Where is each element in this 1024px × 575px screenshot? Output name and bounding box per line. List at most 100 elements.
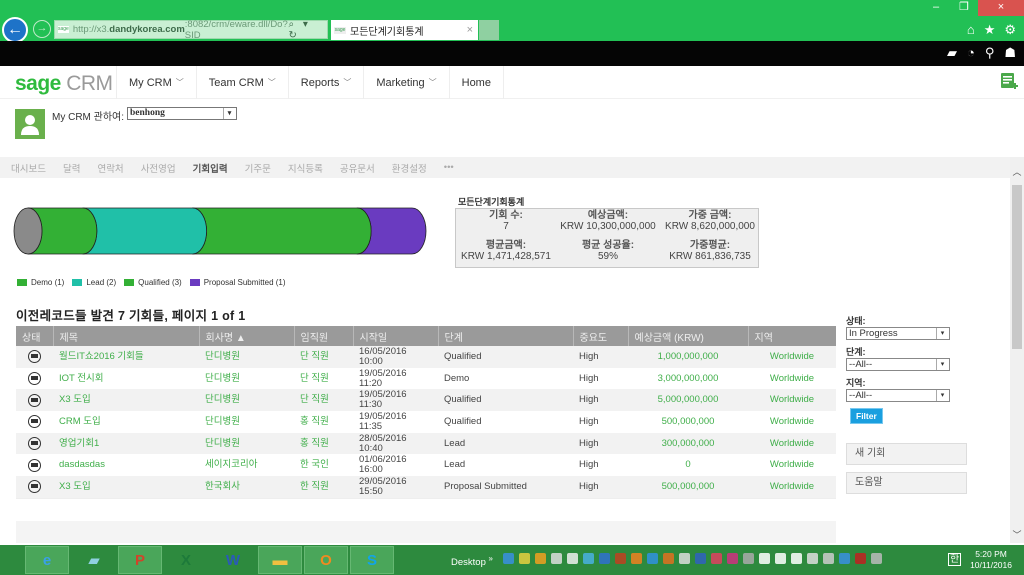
col-start-date[interactable]: 시작일	[352, 326, 438, 346]
tray-icon[interactable]	[823, 553, 834, 564]
tray-icon[interactable]	[775, 553, 786, 564]
settings-gear-icon[interactable]: ⚙	[1004, 22, 1016, 38]
title-link[interactable]: IOT 전시회	[53, 367, 199, 390]
pipeline-segment-qualified[interactable]	[192, 207, 372, 255]
col-region[interactable]: 지역	[747, 326, 836, 346]
subtab-item[interactable]: 기회입력	[193, 161, 228, 175]
title-link[interactable]: X3 도입	[53, 476, 199, 498]
tray-icon[interactable]	[567, 553, 578, 564]
minimize-button[interactable]: –	[922, 0, 950, 16]
tray-icon[interactable]	[583, 553, 594, 564]
taskbar-powerpoint-icon[interactable]: P	[118, 546, 162, 574]
tray-icon[interactable]	[663, 553, 674, 564]
col-title[interactable]: 제목	[52, 326, 199, 346]
favorites-icon[interactable]: ★	[984, 22, 996, 38]
back-button[interactable]: ←	[2, 17, 28, 43]
more-tabs-icon[interactable]: •••	[444, 162, 454, 173]
taskbar-internet-explorer-icon[interactable]: e	[25, 546, 69, 574]
title-link[interactable]: X3 도입	[53, 389, 199, 412]
tray-icon[interactable]	[599, 553, 610, 564]
col-priority[interactable]: 중요도	[572, 326, 628, 346]
go-arrow-icon[interactable]	[28, 372, 41, 386]
forward-button[interactable]: →	[33, 20, 51, 38]
tray-icon[interactable]	[727, 553, 738, 564]
go-arrow-icon[interactable]	[28, 480, 41, 494]
subtab-item[interactable]: 대시보드	[11, 161, 46, 175]
tray-icon[interactable]	[855, 553, 866, 564]
person-link[interactable]: 한 국인	[294, 454, 353, 477]
taskbar-word-icon[interactable]: W	[211, 546, 255, 574]
subtab-item[interactable]: 공유문서	[340, 161, 375, 175]
company-link[interactable]: 단디병원	[199, 389, 294, 412]
tray-icon[interactable]	[871, 553, 882, 564]
ime-indicator[interactable]: 한	[948, 553, 962, 566]
help-button[interactable]: 도움말	[846, 472, 967, 494]
col-status[interactable]: 상태	[16, 326, 53, 346]
tray-icon[interactable]	[759, 553, 770, 564]
tray-icon[interactable]	[743, 553, 754, 564]
title-link[interactable]: 영업기회1	[53, 432, 199, 455]
tray-icon[interactable]	[791, 553, 802, 564]
recent-clock-icon[interactable]: ◔	[967, 45, 975, 61]
tray-icon[interactable]	[519, 553, 530, 564]
system-clock[interactable]: 5:20 PM 10/11/2016	[970, 549, 1012, 571]
address-bar[interactable]: sage http://x3. dandykorea.com:8082/crm/e…	[54, 19, 328, 41]
tray-icon[interactable]	[839, 553, 850, 564]
tray-icon[interactable]	[615, 553, 626, 564]
company-link[interactable]: 단디병원	[199, 346, 294, 368]
restore-button[interactable]: ❐	[950, 0, 978, 16]
subtab-item[interactable]: 환경설정	[392, 161, 427, 175]
tray-icon[interactable]	[503, 553, 514, 564]
add-record-icon[interactable]	[1000, 72, 1018, 92]
page-scrollbar[interactable]: ︿ ﹀	[1010, 157, 1024, 543]
title-link[interactable]: dasdasdas	[53, 454, 199, 477]
person-link[interactable]: 단 직원	[294, 389, 353, 412]
table-row[interactable]: X3 도입 한국회사 한 직원 29/05/2016 15:50 Proposal Sub…	[16, 476, 836, 498]
go-arrow-icon[interactable]	[28, 437, 41, 451]
tray-icon[interactable]	[695, 553, 706, 564]
subtab-item[interactable]: 지식등록	[288, 161, 323, 175]
col-company[interactable]: 회사명 ▲	[198, 326, 294, 346]
table-row[interactable]: CRM 도입 단디병원 홍 직원 19/05/2016 11:35 Qualified Hi…	[16, 411, 836, 433]
person-link[interactable]: 단 직원	[294, 367, 353, 390]
new-tab-button[interactable]	[479, 20, 499, 40]
tray-icon[interactable]	[631, 553, 642, 564]
taskbar-skype-icon[interactable]: S	[350, 546, 394, 574]
subtab-item[interactable]: 연락처	[97, 161, 123, 175]
nav-reports[interactable]: Reports ﹀	[287, 66, 364, 99]
table-row[interactable]: 월드IT쇼2016 기회들 단디병원 단 직원 16/05/2016 10:00 Qual…	[16, 346, 836, 368]
address-controls[interactable]: ⌕ ▾ ↻	[288, 19, 323, 41]
table-row[interactable]: X3 도입 단디병원 단 직원 19/05/2016 11:30 Qualified Hig…	[16, 389, 836, 412]
title-link[interactable]: 월드IT쇼2016 기회들	[53, 346, 199, 368]
subtab-item[interactable]: 기주문	[245, 161, 271, 175]
company-link[interactable]: 단디병원	[199, 367, 294, 390]
go-arrow-icon[interactable]	[28, 458, 41, 472]
notifications-icon[interactable]: ▰	[947, 45, 957, 61]
home-icon[interactable]: ⌂	[967, 22, 975, 38]
nav-my-crm[interactable]: My CRM ﹀	[116, 66, 196, 99]
nav-team-crm[interactable]: Team CRM ﹀	[195, 66, 288, 99]
company-link[interactable]: 단디병원	[199, 432, 294, 455]
context-user-select[interactable]: benhong ▾	[127, 107, 237, 120]
close-window-button[interactable]: ×	[978, 0, 1024, 16]
company-link[interactable]: 단디병원	[199, 411, 294, 433]
taskbar-notes-icon[interactable]: ▰	[72, 546, 116, 574]
pipeline-segment-lead[interactable]	[82, 207, 207, 255]
scroll-down-icon[interactable]: ﹀	[1011, 528, 1023, 541]
stage-filter-select[interactable]: --All-- ▾	[846, 358, 950, 371]
new-opportunity-button[interactable]: 새 기회	[846, 443, 967, 465]
col-person[interactable]: 임직원	[293, 326, 353, 346]
nav-home[interactable]: Home	[448, 66, 504, 99]
tray-icon[interactable]	[647, 553, 658, 564]
go-arrow-icon[interactable]	[28, 415, 41, 429]
taskbar-file-explorer-icon[interactable]: ▬	[258, 546, 302, 574]
search-icon[interactable]: ⚲	[985, 45, 995, 61]
browser-tab-active[interactable]: sage 모든단계기회통계 ×	[331, 20, 478, 40]
tray-icon[interactable]	[711, 553, 722, 564]
desktop-toolbar-label[interactable]: Desktop »	[451, 554, 493, 568]
scroll-up-icon[interactable]: ︿	[1011, 165, 1023, 178]
overflow-icon[interactable]: »	[489, 554, 493, 563]
subtab-item[interactable]: 달력	[63, 161, 80, 175]
person-link[interactable]: 홍 직원	[294, 432, 353, 455]
person-link[interactable]: 한 직원	[294, 476, 353, 498]
